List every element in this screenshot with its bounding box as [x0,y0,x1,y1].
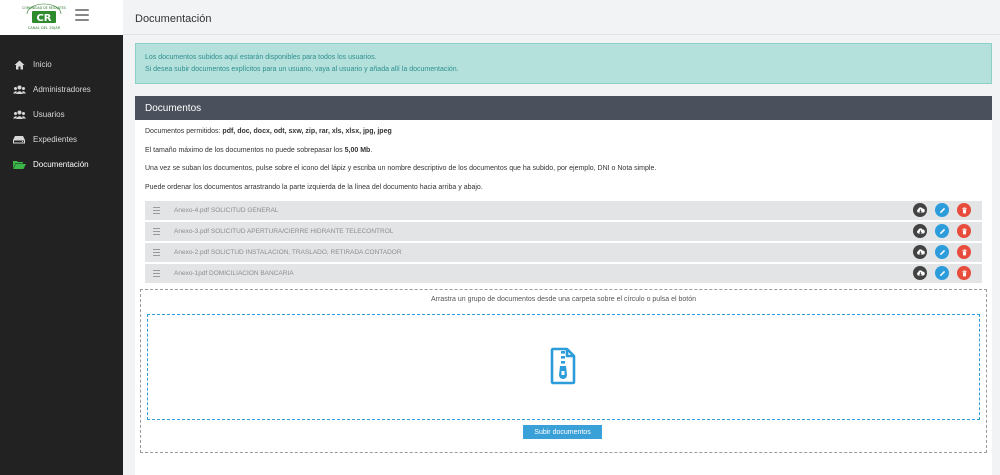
max-size-text: El tamaño máximo de los documentos no pu… [145,146,982,155]
sidebar-item-label: Usuarios [33,110,65,119]
hamburger-line [75,14,89,16]
logo-area: COMUNIDAD DE REGANTES CR CANAL DEL ZUJAR [0,0,123,35]
drag-handle[interactable] [145,201,167,220]
max-size-suffix: . [370,146,373,154]
hamburger-line [75,9,89,11]
allowed-types-prefix: Documentos permitidos: [145,128,223,135]
trash-icon [961,248,967,255]
download-button[interactable] [913,245,927,259]
document-name: Anexo-4.pdf SOLICITUD GENERAL [174,207,279,214]
drag-handle[interactable] [145,264,167,283]
sidebar-item-documentacion[interactable]: Documentación [0,152,123,177]
document-actions [905,224,971,238]
sidebar-item-label: Inicio [33,60,52,69]
home-icon [12,60,26,70]
file-zip-icon [550,347,576,390]
max-size-prefix: El tamaño máximo de los documentos no pu… [145,146,345,154]
cloud-download-icon [916,248,925,255]
sidebar-item-usuarios[interactable]: Usuarios [0,102,123,127]
upload-hint: Arrastra un grupo de documentos desde un… [431,296,696,303]
delete-button[interactable] [957,245,971,259]
pencil-icon [939,270,945,276]
cloud-download-icon [916,227,925,234]
document-row: Anexo-3.pdf SOLICITUD APERTURA/CIERRE HI… [145,222,982,241]
document-list: Anexo-4.pdf SOLICITUD GENERAL Anexo-3.pd… [145,201,982,283]
sidebar-item-expedientes[interactable]: Expedientes [0,127,123,152]
trash-icon [961,206,967,213]
users-icon [12,110,26,120]
menu-toggle-button[interactable] [75,9,89,21]
hdd-icon [12,135,26,145]
delete-button[interactable] [957,203,971,217]
instructions-text: Una vez se suban los documentos, pulse s… [145,165,657,172]
document-actions [905,266,971,280]
folder-open-icon [12,160,26,170]
edit-button[interactable] [935,224,949,238]
drag-handle[interactable] [145,243,167,262]
reorder-hint-text: Puede ordenar los documentos arrastrando… [145,183,483,191]
panel-body: Documentos permitidos: pdf, doc, docx, o… [135,120,992,283]
panel-title: Documentos [135,96,992,120]
pencil-icon [939,249,945,255]
page-title: Documentación [135,13,212,25]
dropzone[interactable] [147,314,980,420]
upload-area: Arrastra un grupo de documentos desde un… [140,289,987,453]
upload-documents-button[interactable]: Subir documentos [523,425,602,439]
document-name: Anexo-2.pdf SOLICTUD INSTALACION, TRASLA… [174,249,402,256]
allowed-types-value: pdf, doc, docx, odt, sxw, zip, rar, xls,… [222,128,392,135]
users-icon [12,85,26,95]
edit-button[interactable] [935,266,949,280]
download-button[interactable] [913,203,927,217]
hamburger-line [75,19,89,21]
sidebar-item-label: Documentación [33,160,89,169]
download-button[interactable] [913,224,927,238]
alert-line: Los documentos subidos aquí estarán disp… [145,54,377,61]
sidebar-item-label: Expedientes [33,135,78,144]
sidebar-item-administradores[interactable]: Administradores [0,77,123,102]
document-actions [905,245,971,259]
sidebar-item-inicio[interactable]: Inicio [0,52,123,77]
delete-button[interactable] [957,224,971,238]
top-header: Documentación [123,0,1000,35]
document-name: Anexo-3.pdf SOLICITUD APERTURA/CIERRE HI… [174,228,394,235]
delete-button[interactable] [957,266,971,280]
cloud-download-icon [916,269,925,276]
download-button[interactable] [913,266,927,280]
info-alert: Los documentos subidos aquí estarán disp… [135,43,992,84]
max-size-value: 5,00 Mb [344,146,371,154]
document-actions [905,203,971,217]
edit-button[interactable] [935,245,949,259]
pencil-icon [939,207,945,213]
allowed-types-text: Documentos permitidos: pdf, doc, docx, o… [145,127,982,136]
drag-handle[interactable] [145,222,167,241]
sidebar-nav: Inicio Administradores Usuarios Expedien… [0,52,123,177]
trash-icon [961,227,967,234]
logo-top-text: COMUNIDAD DE REGANTES [22,6,66,10]
document-name: Anexo-1pdf DOMICILIACION BANCARIA [174,270,294,277]
edit-button[interactable] [935,203,949,217]
sidebar-item-label: Administradores [33,85,91,94]
trash-icon [961,269,967,276]
document-row: Anexo-1pdf DOMICILIACION BANCARIA [145,264,982,283]
document-row: Anexo-2.pdf SOLICTUD INSTALACION, TRASLA… [145,243,982,262]
documents-panel: Documentos Documentos permitidos: pdf, d… [135,96,992,475]
alert-line: Si desea subir documentos explícitos par… [145,66,459,73]
cloud-download-icon [916,206,925,213]
logo[interactable]: COMUNIDAD DE REGANTES CR CANAL DEL ZUJAR [22,2,66,33]
logo-monogram: CR [36,13,51,24]
document-row: Anexo-4.pdf SOLICITUD GENERAL [145,201,982,220]
sidebar: COMUNIDAD DE REGANTES CR CANAL DEL ZUJAR… [0,0,123,475]
logo-bottom-text: CANAL DEL ZUJAR [28,26,61,30]
pencil-icon [939,228,945,234]
